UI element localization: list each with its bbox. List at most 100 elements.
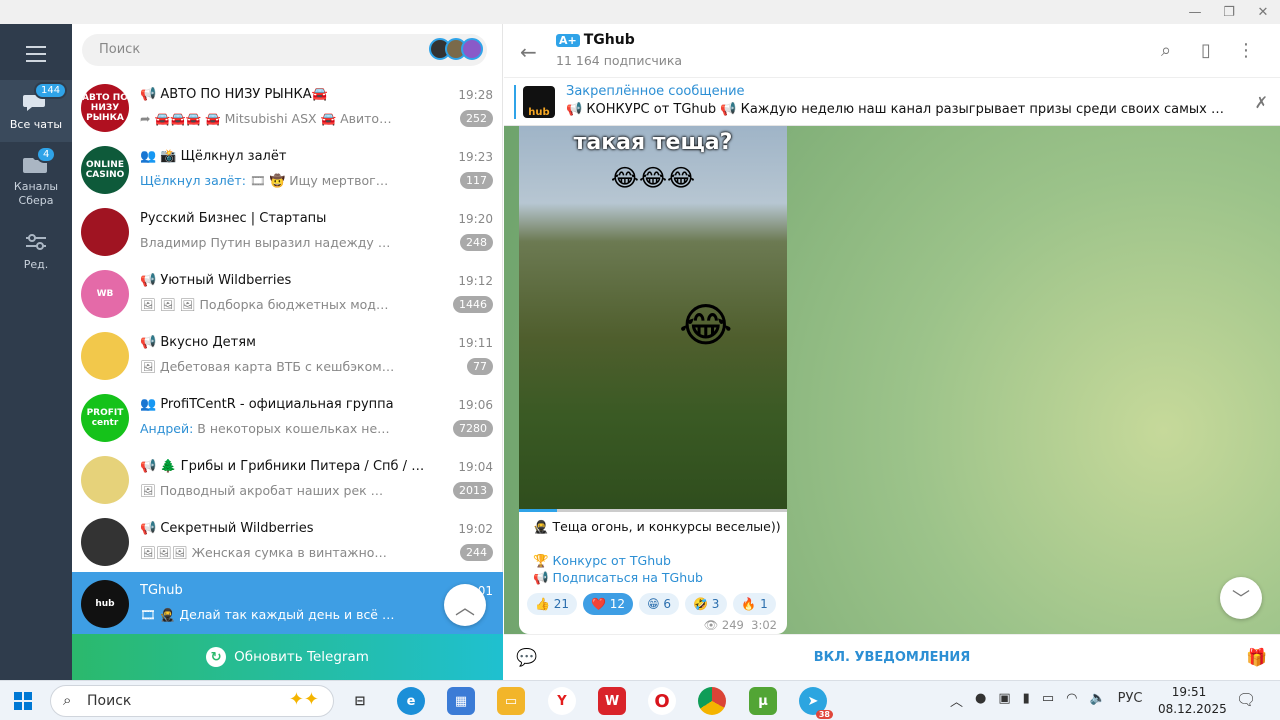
video-caption-text: такая теща? xyxy=(573,130,733,155)
update-telegram-button[interactable]: ↻ Обновить Telegram xyxy=(72,634,503,680)
channel-title[interactable]: A+ TGhub xyxy=(556,32,635,48)
chat-row[interactable]: hubTGhub19:01🎞 🥷 Делай так каждый день и… xyxy=(72,572,503,634)
stories-avatars[interactable] xyxy=(429,38,483,60)
story-avatar[interactable] xyxy=(461,38,483,60)
chat-preview-text: 🎞 🥷 Делай так каждый день и всё будет хо… xyxy=(140,607,395,622)
windows-start-icon[interactable] xyxy=(14,692,32,710)
back-arrow-icon[interactable]: ← xyxy=(520,40,537,64)
sliders-icon xyxy=(22,230,50,254)
chat-preview: 🖼 Подводный акробат наших рек — речную в… xyxy=(140,483,395,499)
notification-center-icon[interactable]: 🗨 xyxy=(1236,690,1256,709)
sparkle-icon: ✦✦ xyxy=(288,689,319,710)
reaction-chip[interactable]: ❤️ 12 xyxy=(583,593,634,615)
chat-row[interactable]: ONLINE CASINO 👥 📸 Щёлкнул залёт 19:23 Щёлкн… xyxy=(72,138,503,200)
chat-row[interactable]: АВТО ПО НИЗУ РЫНКА 📢 АВТО ПО НИЗУ РЫНКА🚘 1… xyxy=(72,76,503,138)
microphone-icon[interactable]: ▮ xyxy=(1023,691,1030,710)
chat-preview-text: В некоторых кошельках нету даже име... xyxy=(197,421,395,436)
reaction-bar: 👍 21 ❤️ 12 😁 6 🤣 3 🔥 1 xyxy=(527,593,782,615)
chat-avatar: АВТО ПО НИЗУ РЫНКА xyxy=(81,84,129,132)
taskbar-search[interactable]: ⌕ Поиск ✦✦ xyxy=(50,685,334,717)
task-view-icon[interactable]: ⊟ xyxy=(346,687,374,715)
hamburger-icon[interactable] xyxy=(26,46,46,67)
chat-time: 19:23 xyxy=(458,150,493,164)
system-clock[interactable]: 19:51 08.12.2025 xyxy=(1158,684,1227,718)
chat-preview-text: 🎞 🤠 Ищу мертвого или жив... xyxy=(249,173,395,188)
chat-preview-text: 🖼 Дебетовая карта ВТБ с кешбэком 100% в … xyxy=(140,359,395,374)
tray-app-icon[interactable]: ● xyxy=(975,691,986,710)
subscriber-count: 11 164 подписчика xyxy=(556,53,683,68)
chat-row[interactable]: 📢 🌲 Грибы и Грибники Питера / Спб / Каре… xyxy=(72,448,503,510)
search-input[interactable]: Поиск xyxy=(82,34,487,66)
pinned-indicator xyxy=(514,85,516,119)
folder-edit[interactable]: Ред. xyxy=(0,230,72,280)
sidebar-toggle-icon[interactable]: ▯ xyxy=(1186,40,1226,61)
chat-name: 📢 Секретный Wildberries xyxy=(140,521,314,536)
chat-preview: 🎞 🥷 Делай так каждый день и всё будет хо… xyxy=(140,607,395,623)
chat-preview: Владимир Путин выразил надежду на то, чт… xyxy=(140,235,395,250)
language-indicator[interactable]: РУС xyxy=(1118,691,1143,710)
trophy-icon: 🏆 xyxy=(533,553,553,568)
chat-avatar: WB xyxy=(81,270,129,318)
close-button[interactable]: ✕ xyxy=(1246,0,1280,24)
gift-icon[interactable]: 🎁 xyxy=(1246,648,1267,668)
chat-preview-author: Андрей: xyxy=(140,421,194,436)
chat-preview-author: Щёлкнул залёт: xyxy=(140,173,246,188)
battery-icon[interactable]: ▭ xyxy=(1042,691,1054,710)
folder-all-chats[interactable]: 144 Все чаты xyxy=(0,80,72,142)
more-menu-icon[interactable]: ⋮ xyxy=(1226,40,1266,61)
chat-row[interactable]: WB 📢 Уютный Wildberries 19:12 🖼 🖼 🖼 Подборк… xyxy=(72,262,503,324)
chats-icon: 144 xyxy=(22,82,68,114)
post-caption: 🥷 Теща огонь, и конкурсы веселые)) xyxy=(533,519,781,534)
utorrent-icon[interactable]: µ xyxy=(749,687,777,715)
search-icon[interactable]: ⌕ xyxy=(1146,40,1186,61)
chat-row[interactable]: Русский Бизнес | Стартапы 19:20 Владимир П… xyxy=(72,200,503,262)
chat-preview: 🖼🖼🖼 Женская сумка в винтажном стиле 👜 xyxy=(140,545,395,561)
store-icon[interactable]: ▦ xyxy=(447,687,475,715)
chat-time: 19:20 xyxy=(458,212,493,226)
scroll-down-button[interactable]: ﹀ xyxy=(1220,577,1262,619)
reaction-chip[interactable]: 🤣 3 xyxy=(685,593,728,615)
edge-icon[interactable]: e xyxy=(397,687,425,715)
chat-time: 19:12 xyxy=(458,274,493,288)
chat-row[interactable]: 📢 Вкусно Детям 19:11 🖼 Дебетовая карта ВТБ… xyxy=(72,324,503,386)
chevron-up-icon[interactable]: ︿ xyxy=(950,691,963,710)
unpin-icon[interactable]: ✗ xyxy=(1255,93,1268,112)
opera-icon[interactable]: O xyxy=(648,687,676,715)
chat-time: 19:02 xyxy=(458,522,493,536)
video-emoji-row: 😂😂😂 xyxy=(610,164,696,192)
wifi-icon[interactable]: ◠ xyxy=(1066,691,1077,710)
subscribe-link[interactable]: Подписаться на TGhub xyxy=(553,570,703,585)
chat-name: 📢 🌲 Грибы и Грибники Питера / Спб / Каре… xyxy=(140,459,430,474)
search-icon: ⌕ xyxy=(63,691,72,709)
folder-label: Ред. xyxy=(23,258,49,271)
chat-name: 👥 ProfiTCentR - официальная группа xyxy=(140,397,394,412)
scroll-up-button[interactable]: ︿ xyxy=(444,584,486,626)
wps-icon[interactable]: W xyxy=(598,687,626,715)
video-progress-fill xyxy=(519,509,557,512)
video-player[interactable]: такая теща? 😂😂😂 😂 xyxy=(519,126,787,512)
enable-notifications-button[interactable]: ВКЛ. УВЕДОМЛЕНИЯ xyxy=(504,650,1280,665)
ai-badge-icon: A+ xyxy=(556,34,580,47)
reaction-chip[interactable]: 🔥 1 xyxy=(733,593,776,615)
volume-icon[interactable]: 🔈 xyxy=(1089,691,1105,710)
channel-bottom-bar: 💬 ВКЛ. УВЕДОМЛЕНИЯ 🎁 xyxy=(504,634,1280,680)
reaction-chip[interactable]: 👍 21 xyxy=(527,593,578,615)
video-progress-bar[interactable] xyxy=(519,509,787,512)
restore-button[interactable]: ❐ xyxy=(1212,0,1246,24)
minimize-button[interactable]: — xyxy=(1178,0,1212,24)
tray-device-icon[interactable]: ▣ xyxy=(998,691,1010,710)
chat-time: 19:11 xyxy=(458,336,493,350)
chrome-icon[interactable] xyxy=(698,687,726,715)
telegram-icon[interactable]: ➤ 38 xyxy=(799,687,833,719)
reaction-chip[interactable]: 😁 6 xyxy=(639,593,680,615)
folder-sber-channels[interactable]: 4 Каналы Сбера xyxy=(0,146,72,214)
chat-name: 📢 Уютный Wildberries xyxy=(140,273,292,288)
yandex-icon[interactable]: Y xyxy=(548,687,576,715)
pinned-message-bar[interactable]: hub Закреплённое сообщение 📢 КОНКУРС от … xyxy=(504,79,1280,126)
explorer-icon[interactable]: ▭ xyxy=(497,687,525,715)
clock-time: 19:51 xyxy=(1171,685,1207,699)
contest-link[interactable]: Конкурс от TGhub xyxy=(553,553,671,568)
channel-header: ← A+ TGhub 11 164 подписчика ⌕ ▯ ⋮ xyxy=(504,24,1280,78)
chat-row[interactable]: PROFIT centr 👥 ProfiTCentR - официальная … xyxy=(72,386,503,448)
chat-row[interactable]: 📢 Секретный Wildberries 19:02 🖼🖼🖼 Женская … xyxy=(72,510,503,572)
